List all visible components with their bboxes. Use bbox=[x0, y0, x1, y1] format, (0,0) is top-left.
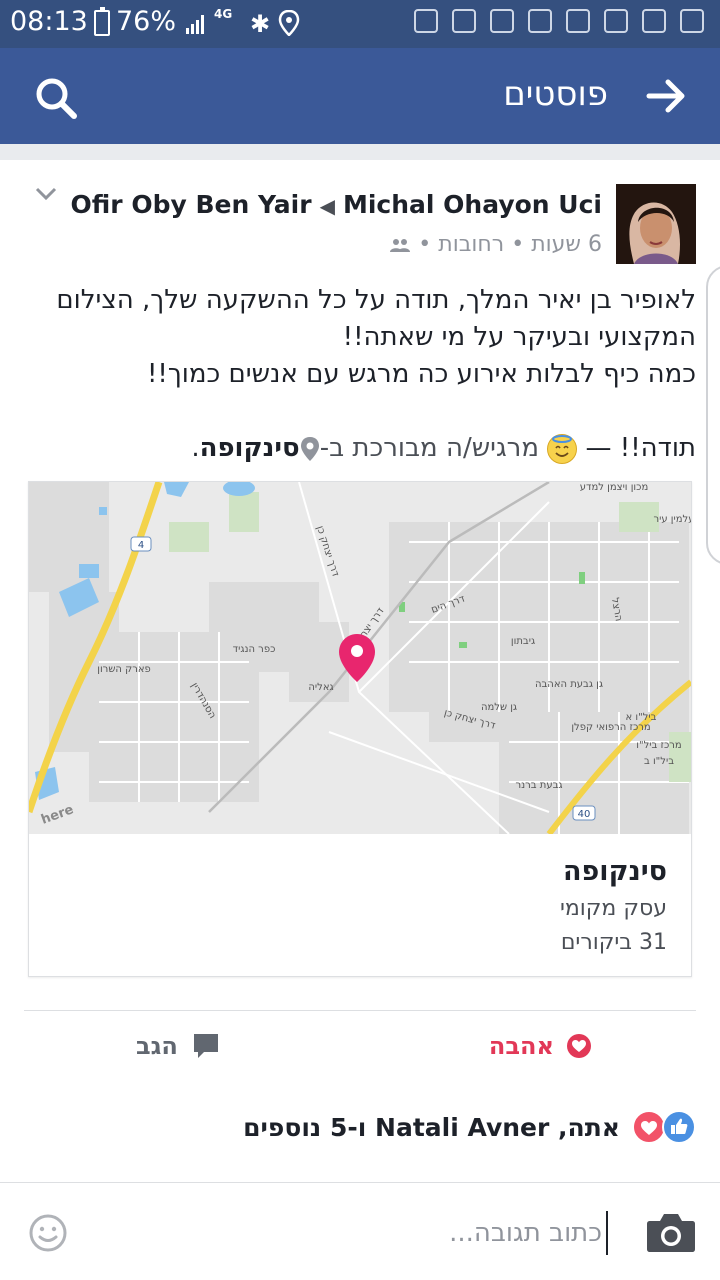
post-text: לאופיר בן יאיר המלך, תודה על כל ההשקעה ש… bbox=[24, 282, 696, 393]
place-label: מכון ויצמן למדע bbox=[580, 482, 649, 493]
camera-icon[interactable] bbox=[646, 1211, 696, 1253]
network-type: 4G bbox=[214, 7, 233, 21]
place-category: עסק מקומי bbox=[559, 896, 667, 921]
place-label: ביל"ו א bbox=[626, 712, 657, 723]
comment-button[interactable]: הגב bbox=[136, 1032, 220, 1060]
location-icon bbox=[278, 10, 300, 36]
post-location[interactable]: רחובות bbox=[438, 232, 504, 257]
post-time[interactable]: 6 שעות bbox=[531, 232, 602, 257]
target-name[interactable]: Ofir Oby Ben Yair bbox=[71, 190, 312, 219]
place-visits: 31 ביקורים bbox=[560, 930, 667, 955]
bluetooth-icon: ✱ bbox=[250, 10, 271, 38]
mail-icon bbox=[528, 9, 552, 33]
road-number: 4 bbox=[138, 540, 144, 551]
reaction-icons bbox=[632, 1110, 696, 1144]
page-title: פוסטים bbox=[503, 74, 608, 114]
flag-icon bbox=[680, 9, 704, 33]
place-label: פארק השרון bbox=[97, 664, 151, 675]
love-label: אהבה bbox=[488, 1032, 554, 1060]
arrow-right-icon[interactable] bbox=[646, 76, 686, 116]
road-shield: 4 bbox=[130, 536, 152, 552]
reactions-text: אתה, Natali Avner ו-5 נוספים bbox=[243, 1112, 620, 1142]
love-button[interactable]: אהבה bbox=[489, 1032, 592, 1060]
status-time: 08:13 bbox=[10, 6, 88, 37]
place-link[interactable]: סינקופה bbox=[200, 433, 300, 463]
like-reaction-icon bbox=[662, 1110, 696, 1144]
place-label: ביל"ו ב bbox=[644, 756, 674, 767]
feeling-prefix: תודה!! — bbox=[585, 433, 696, 463]
location-pin-icon bbox=[300, 436, 319, 461]
comment-composer bbox=[0, 1182, 720, 1280]
friends-icon bbox=[390, 239, 411, 252]
chevron-down-icon[interactable] bbox=[34, 186, 58, 202]
messenger-icon bbox=[452, 9, 476, 33]
status-bar: 08:13 76% 4G ✱ bbox=[0, 0, 720, 48]
signal-icon bbox=[186, 15, 204, 34]
post-text-line: כמה כיף לבלות אירוע כה מרגש עם אנשים כמו… bbox=[146, 359, 696, 389]
road-number: 40 bbox=[578, 809, 591, 820]
place-label: כפר הנגיד bbox=[233, 644, 276, 655]
comment-input[interactable] bbox=[90, 1211, 608, 1255]
feeling-text: מרגיש/ה מבורכת bbox=[352, 433, 539, 463]
road-shield: 40 bbox=[572, 805, 596, 821]
post-meta: 6 שעות • רחובות • bbox=[389, 232, 602, 257]
briefcase-icon bbox=[414, 9, 438, 33]
battery-level: 76% bbox=[116, 6, 177, 37]
love-reaction-icon bbox=[632, 1110, 666, 1144]
map[interactable]: דרך יצחק כן דרך יצחק כן דרך יצחק כן דרך … bbox=[29, 482, 691, 834]
app-bar: פוסטים bbox=[0, 48, 720, 144]
post-text-line: המקצועי ובעיקר על מי שאתה!! bbox=[342, 322, 696, 352]
flash-icon bbox=[642, 9, 666, 33]
arrow-left-icon: ◀ bbox=[319, 194, 335, 218]
author-name[interactable]: Michal Ohayon Uci bbox=[343, 190, 602, 219]
post-author-line: Ofir Oby Ben Yair ◀ Michal Ohayon Uci bbox=[71, 190, 602, 219]
notification-icons bbox=[414, 9, 704, 33]
place-label: גן שלמה bbox=[481, 702, 517, 713]
clock-icon bbox=[490, 9, 514, 33]
place-name[interactable]: סינקופה bbox=[563, 856, 667, 887]
place-label: עלמין עיר bbox=[653, 514, 691, 525]
feed-separator bbox=[0, 144, 720, 160]
place-label: גאליה bbox=[308, 682, 333, 693]
action-divider bbox=[24, 1010, 696, 1011]
at-text: ב- bbox=[319, 433, 345, 463]
comment-icon bbox=[193, 1034, 218, 1058]
emoji-picker-icon[interactable] bbox=[28, 1213, 68, 1253]
comment-label: הגב bbox=[136, 1032, 178, 1060]
smiling-angel-emoji-icon bbox=[547, 433, 578, 464]
place-label: מרכז ביל"ו bbox=[636, 740, 681, 751]
place-label: מרכז הרפואי קפלן bbox=[571, 722, 650, 733]
place-label: גיבתון bbox=[511, 636, 535, 647]
post-text-line: לאופיר בן יאיר המלך, תודה על כל ההשקעה ש… bbox=[56, 285, 696, 315]
reactions-summary[interactable]: אתה, Natali Avner ו-5 נוספים bbox=[243, 1110, 696, 1144]
waze-icon bbox=[604, 9, 628, 33]
place-label: גן גבעת האהבה bbox=[535, 679, 603, 690]
place-label: גבעת ברנר bbox=[516, 780, 563, 791]
battery-icon bbox=[94, 7, 110, 36]
feeling-line: תודה!! — מרגיש/ה מבורכת ב-סינקופה. bbox=[191, 433, 696, 464]
search-icon[interactable] bbox=[32, 74, 80, 122]
heart-icon bbox=[567, 1034, 591, 1058]
side-scroll-edge bbox=[706, 265, 720, 565]
image-icon bbox=[566, 9, 590, 33]
avatar[interactable] bbox=[616, 184, 696, 264]
place-card[interactable]: דרך יצחק כן דרך יצחק כן דרך יצחק כן דרך … bbox=[28, 481, 692, 977]
